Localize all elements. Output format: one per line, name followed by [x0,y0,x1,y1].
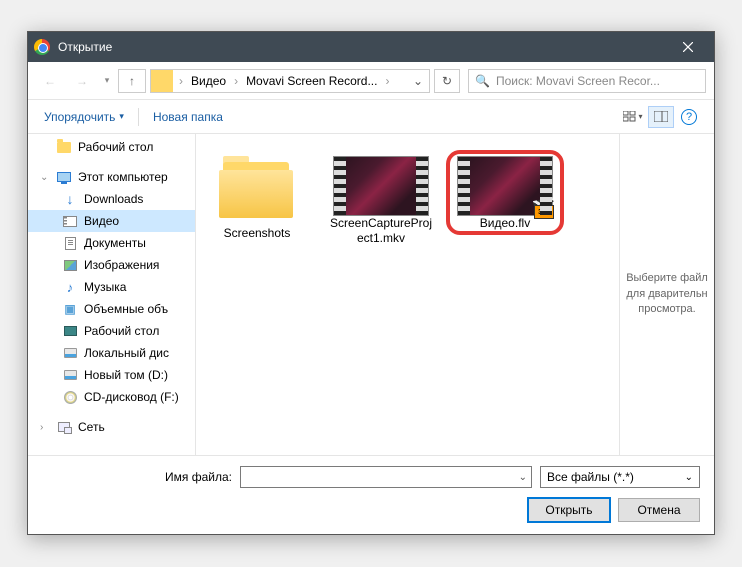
close-icon [683,42,693,52]
open-button[interactable]: Открыть [528,498,610,522]
breadcrumb-video[interactable]: Видео [189,74,228,88]
file-item-video[interactable]: ScreenCaptureProject1.mkv [328,150,434,246]
network-icon [56,419,72,435]
filename-input[interactable]: ⌄ [240,466,532,488]
content-area: Рабочий стол ⌄Этот компьютер ↓Downloads … [28,134,714,455]
window-title: Открытие [58,40,668,54]
sidebar-item-cdrom[interactable]: CD-дисковод (F:) [28,386,195,408]
sidebar-label: Сеть [78,420,105,434]
breadcrumb-bar[interactable]: › Видео › Movavi Screen Record... › ⌄ [150,69,430,93]
sidebar-item-documents[interactable]: Документы [28,232,195,254]
dropdown-icon[interactable]: ⌄ [519,472,527,483]
organize-menu[interactable]: Упорядочить [40,106,128,128]
computer-icon [56,169,72,185]
dropdown-icon: ⌄ [685,472,693,483]
separator [138,108,139,126]
navigation-sidebar: Рабочий стол ⌄Этот компьютер ↓Downloads … [28,134,196,455]
sidebar-item-music[interactable]: ♪ Музыка [28,276,195,298]
folder-icon [217,156,297,218]
breadcrumb-folder[interactable]: Movavi Screen Record... [244,74,379,88]
folder-icon [151,70,173,92]
sidebar-label: Объемные объ [84,302,168,316]
file-name: ScreenCaptureProject1.mkv [328,216,434,246]
sidebar-item-localdisk[interactable]: Локальный дис [28,342,195,364]
file-item-video-highlighted[interactable]: 321 Видео.flv [452,150,558,231]
sidebar-label: Рабочий стол [78,140,153,154]
sidebar-label: Локальный дис [84,346,169,360]
sidebar-item-images[interactable]: Изображения [28,254,195,276]
expand-icon: › [40,422,50,433]
sidebar-item-newvolume[interactable]: Новый том (D:) [28,364,195,386]
video-thumbnail [333,156,429,216]
search-placeholder: Поиск: Movavi Screen Recor... [496,74,660,88]
file-area: Screenshots ScreenCaptureProject1.mkv 32… [196,134,714,455]
up-button[interactable]: ↑ [118,69,146,93]
close-button[interactable] [668,32,708,62]
toolbar: Упорядочить Новая папка ? [28,100,714,134]
preview-pane: Выберите файл для дварительн просмотра. [619,134,714,455]
music-icon: ♪ [62,279,78,295]
images-icon [62,257,78,273]
sidebar-label: Этот компьютер [78,170,168,184]
refresh-button[interactable]: ↻ [434,69,460,93]
sidebar-label: Видео [84,214,119,228]
sidebar-label: Музыка [84,280,126,294]
preview-message: Выберите файл для дварительн просмотра. [626,271,708,317]
objects3d-icon: ▣ [62,301,78,317]
new-folder-button[interactable]: Новая папка [149,106,227,128]
desktop-icon [56,139,72,155]
chevron-right-icon: › [228,74,244,88]
help-button[interactable]: ? [676,106,702,128]
breadcrumb-dropdown[interactable]: ⌄ [407,74,429,88]
chevron-right-icon: › [379,74,395,88]
sidebar-label: Документы [84,236,146,250]
file-open-dialog: Открытие ← → ▾ ↑ › Видео › Movavi Screen… [27,31,715,535]
file-item-folder[interactable]: Screenshots [204,150,310,241]
titlebar: Открытие [28,32,714,62]
view-options-button[interactable] [620,106,646,128]
bottom-bar: Имя файла: ⌄ Все файлы (*.*) ⌄ Открыть О… [28,455,714,534]
collapse-icon: ⌄ [40,172,50,183]
mpc-icon: 321 [534,201,556,219]
documents-icon [62,235,78,251]
downloads-icon: ↓ [62,191,78,207]
chevron-right-icon: › [173,74,189,88]
navigation-bar: ← → ▾ ↑ › Видео › Movavi Screen Record..… [28,62,714,100]
filename-label: Имя файла: [42,470,232,484]
preview-pane-icon [654,111,668,122]
sidebar-label: Изображения [84,258,159,272]
sidebar-label: Новый том (D:) [84,368,168,382]
disk-icon [62,367,78,383]
sidebar-label: Рабочий стол [84,324,159,338]
file-list[interactable]: Screenshots ScreenCaptureProject1.mkv 32… [196,134,619,455]
sidebar-item-desktop-quick[interactable]: Рабочий стол [28,136,195,158]
sidebar-item-network[interactable]: › Сеть [28,416,195,438]
desktop-icon [62,323,78,339]
view-icon [623,111,636,122]
sidebar-item-video[interactable]: Видео [28,210,195,232]
video-icon [62,213,78,229]
recent-dropdown[interactable]: ▾ [100,69,114,93]
file-name: Screenshots [224,226,291,241]
video-thumbnail: 321 [457,156,553,216]
sidebar-item-3dobjects[interactable]: ▣ Объемные объ [28,298,195,320]
filter-label: Все файлы (*.*) [547,470,634,484]
back-button[interactable]: ← [36,69,64,93]
help-icon: ? [681,109,697,125]
sidebar-label: CD-дисковод (F:) [84,390,179,404]
sidebar-item-thispc[interactable]: ⌄ Этот компьютер [28,166,195,188]
chrome-icon [34,39,50,55]
forward-button[interactable]: → [68,69,96,93]
search-icon: 🔍 [475,74,490,88]
disk-icon [62,345,78,361]
sidebar-item-desktop[interactable]: Рабочий стол [28,320,195,342]
filetype-filter[interactable]: Все файлы (*.*) ⌄ [540,466,700,488]
sidebar-item-downloads[interactable]: ↓ Downloads [28,188,195,210]
file-name: Видео.flv [480,216,530,231]
cd-icon [62,389,78,405]
cancel-button[interactable]: Отмена [618,498,700,522]
search-input[interactable]: 🔍 Поиск: Movavi Screen Recor... [468,69,706,93]
sidebar-label: Downloads [84,192,143,206]
preview-pane-button[interactable] [648,106,674,128]
